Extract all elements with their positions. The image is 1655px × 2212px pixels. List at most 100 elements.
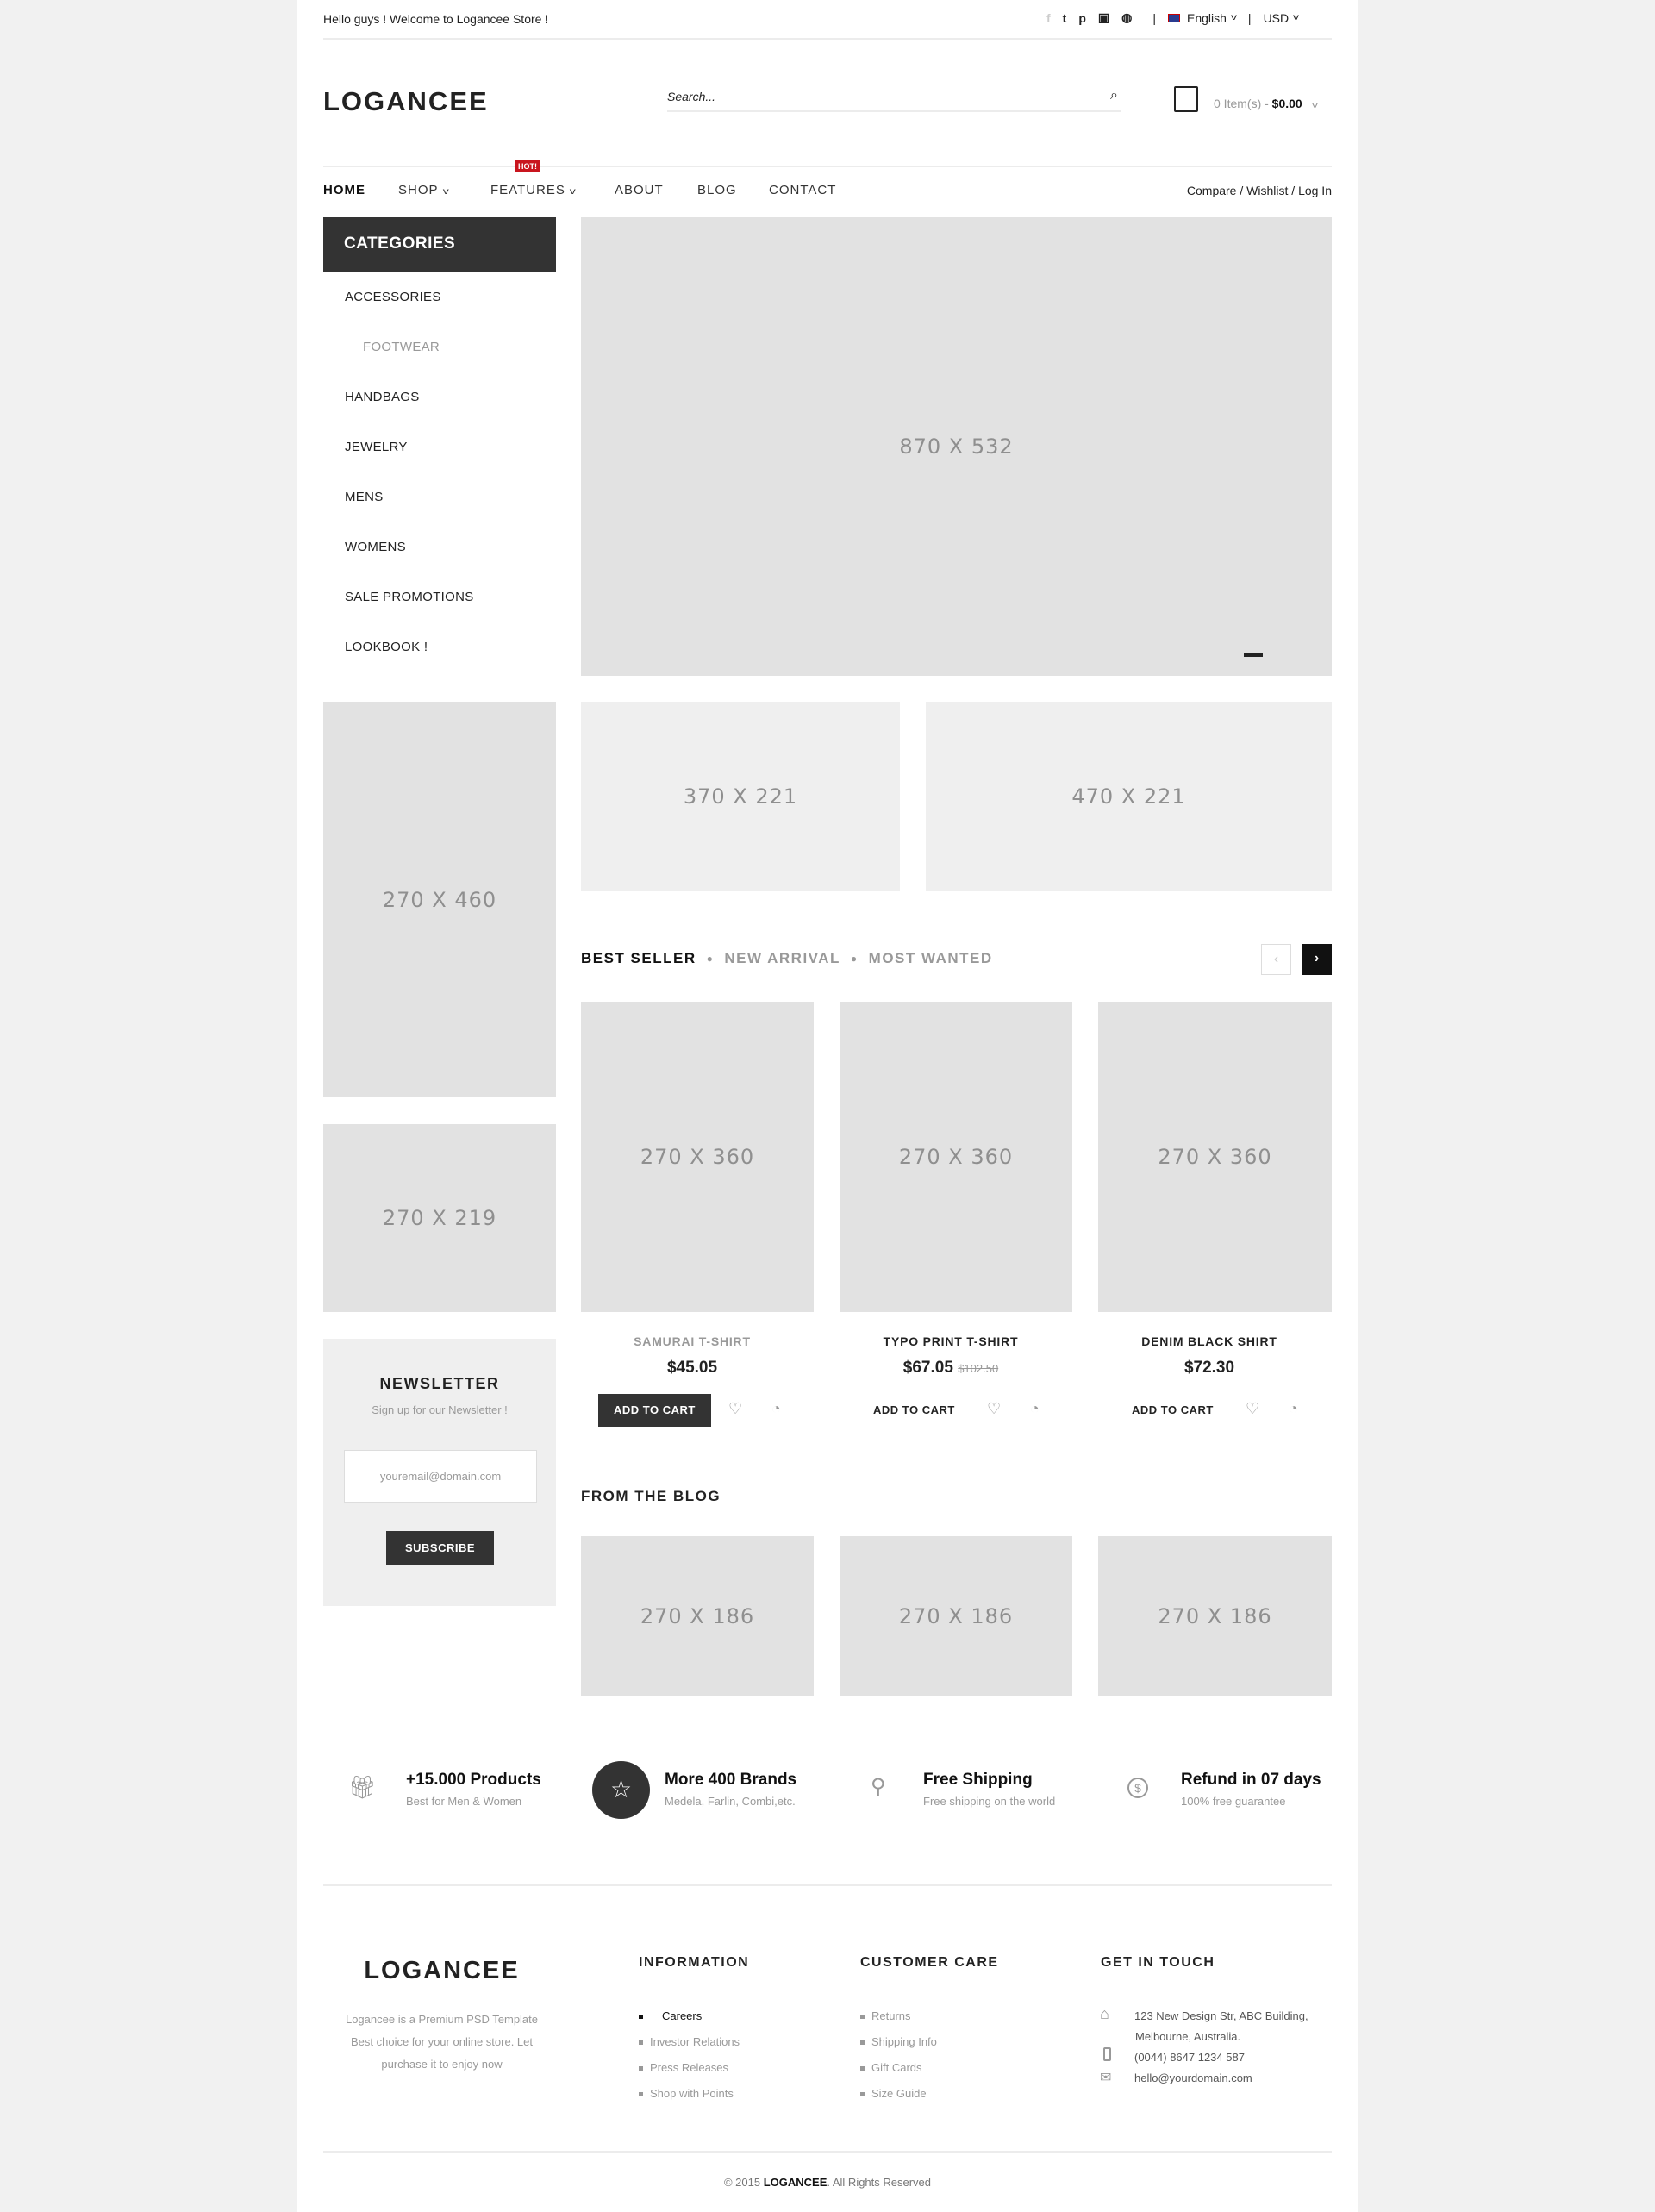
category-item[interactable]: JEWELRY	[323, 422, 556, 472]
side-banner[interactable]: 270 X 219	[323, 1124, 556, 1312]
tab-best-seller[interactable]: BEST SELLER	[581, 950, 696, 967]
product-name[interactable]: DENIM BLACK SHIRT	[1093, 1334, 1326, 1348]
shopping-bag-icon[interactable]	[1174, 86, 1198, 112]
subscribe-button[interactable]: SUBSCRIBE	[386, 1531, 494, 1565]
search-input[interactable]: Search... ⌕	[667, 88, 1121, 112]
category-item[interactable]: LOOKBOOK !	[323, 622, 556, 672]
heart-icon[interactable]: ♡	[728, 1400, 742, 1418]
blog-image[interactable]: 270 X 186	[840, 1536, 1072, 1696]
chevron-down-icon: v	[569, 187, 578, 197]
heart-icon[interactable]: ♡	[1246, 1400, 1259, 1418]
logo[interactable]: LOGANCEE	[323, 86, 489, 117]
footer-link[interactable]: Careers	[639, 2009, 702, 2022]
newsletter-subtitle: Sign up for our Newsletter !	[372, 1403, 508, 1416]
add-to-cart-button[interactable]: ADD TO CART	[598, 1394, 711, 1427]
email-input[interactable]: youremail@domain.com	[344, 1450, 537, 1503]
compare-icon[interactable]: ◔	[1289, 1400, 1298, 1418]
language-select[interactable]: English	[1187, 11, 1227, 25]
feature-subtitle: 100% free guarantee	[1181, 1795, 1286, 1808]
category-item[interactable]: FOOTWEAR	[323, 322, 556, 372]
nav-features[interactable]: FEATURES v	[490, 183, 576, 197]
categories-title: CATEGORIES	[323, 217, 556, 272]
product-image[interactable]: 270 X 360	[581, 1002, 814, 1312]
tab-new-arrival[interactable]: NEW ARRIVAL	[724, 950, 840, 967]
next-arrow-button[interactable]: ›	[1302, 944, 1332, 975]
footer-link[interactable]: Size Guide	[860, 2087, 927, 2100]
search-placeholder: Search...	[667, 90, 716, 103]
footer-logo[interactable]: LOGANCEE	[323, 1957, 560, 1985]
pinterest-icon[interactable]: p	[1078, 11, 1086, 25]
old-price: $102.50	[958, 1362, 999, 1375]
contact-title: GET IN TOUCH	[1101, 1955, 1215, 1970]
feature-item: More 400 Brands Medela, Farlin, Combi,etc…	[665, 1771, 796, 1808]
banner-wide[interactable]: 470 X 221	[926, 702, 1332, 891]
heart-icon[interactable]: ♡	[987, 1400, 1001, 1418]
hero-slider[interactable]: 870 X 532	[581, 217, 1332, 676]
footer-link[interactable]: Shop with Points	[639, 2087, 734, 2100]
phone-number: (0044) 8647 1234 587	[1134, 2051, 1245, 2064]
about-line: purchase it to enjoy now	[381, 2058, 503, 2071]
add-to-cart-button[interactable]: ADD TO CART	[858, 1394, 971, 1427]
side-banner[interactable]: 270 X 460	[323, 702, 556, 1097]
nav-shop[interactable]: SHOP v	[398, 183, 449, 197]
product-image[interactable]: 270 X 360	[1098, 1002, 1332, 1312]
separator: /	[1240, 184, 1244, 197]
footer-link[interactable]: Press Releases	[639, 2061, 728, 2074]
feature-subtitle: Medela, Farlin, Combi,etc.	[665, 1795, 796, 1808]
prev-arrow-button[interactable]: ‹	[1261, 944, 1291, 975]
category-item[interactable]: SALE PROMOTIONS	[323, 572, 556, 622]
cart-summary[interactable]: 0 Item(s) - $0.00 v	[1214, 97, 1318, 110]
product-name[interactable]: TYPO PRINT T-SHIRT	[834, 1334, 1067, 1348]
footer-link[interactable]: Investor Relations	[639, 2035, 740, 2048]
nav-blog[interactable]: BLOG	[697, 183, 737, 197]
chevron-down-icon: v	[1311, 101, 1318, 110]
add-to-cart-button[interactable]: ADD TO CART	[1116, 1394, 1229, 1427]
category-item[interactable]: ACCESSORIES	[323, 272, 556, 322]
banner-small[interactable]: 370 X 221	[581, 702, 900, 891]
currency-select[interactable]: USD	[1264, 11, 1290, 25]
facebook-icon[interactable]: f	[1046, 11, 1051, 25]
product-price: $45.05	[666, 1359, 718, 1377]
product-tabs: BEST SELLER ● NEW ARRIVAL ● MOST WANTED	[581, 950, 993, 967]
email-link[interactable]: hello@yourdomain.com	[1134, 2071, 1252, 2084]
dribbble-icon[interactable]: ◍	[1121, 10, 1132, 25]
blog-image[interactable]: 270 X 186	[581, 1536, 814, 1696]
product-price-group: $67.05 $102.50	[834, 1359, 1067, 1378]
hot-badge: HOT!	[515, 160, 540, 172]
feature-title: +15.000 Products	[406, 1771, 541, 1789]
tab-most-wanted[interactable]: MOST WANTED	[869, 950, 993, 967]
product-image[interactable]: 270 X 360	[840, 1002, 1072, 1312]
footer-link[interactable]: Gift Cards	[860, 2061, 922, 2074]
feature-item: Free Shipping Free shipping on the world	[923, 1771, 1055, 1808]
footer-link[interactable]: Shipping Info	[860, 2035, 937, 2048]
blog-image[interactable]: 270 X 186	[1098, 1536, 1332, 1696]
divider: |	[1247, 10, 1252, 25]
category-item[interactable]: MENS	[323, 472, 556, 522]
nav-about[interactable]: ABOUT	[615, 183, 664, 197]
compare-icon[interactable]: ◔	[771, 1400, 781, 1418]
category-item[interactable]: HANDBAGS	[323, 372, 556, 422]
about-line: Logancee is a Premium PSD Template	[345, 2013, 539, 2026]
dollar-icon: $	[1127, 1778, 1148, 1798]
cart-total: $0.00	[1271, 97, 1302, 110]
cart-items: 0 Item(s) -	[1214, 97, 1272, 110]
feature-title: More 400 Brands	[665, 1771, 797, 1789]
divider	[323, 1884, 1332, 1886]
product-name[interactable]: SAMURAI T-SHIRT	[576, 1334, 809, 1348]
divider	[323, 38, 1332, 40]
compare-icon[interactable]: ◔	[1030, 1400, 1040, 1418]
slider-indicator[interactable]	[1244, 653, 1263, 657]
compare-link[interactable]: Compare	[1187, 184, 1237, 197]
hero-image-label: 870 X 532	[899, 434, 1014, 459]
search-icon[interactable]: ⌕	[1110, 88, 1118, 103]
chevron-down-icon: v	[442, 187, 450, 197]
nav-contact[interactable]: CONTACT	[769, 183, 836, 197]
wishlist-link[interactable]: Wishlist	[1246, 184, 1288, 197]
footer-link[interactable]: Returns	[860, 2009, 911, 2022]
nav-home[interactable]: HOME	[323, 183, 365, 197]
twitter-icon[interactable]: t	[1063, 11, 1067, 25]
map-pin-icon: ⚲	[871, 1775, 886, 1798]
category-item[interactable]: WOMENS	[323, 522, 556, 572]
instagram-icon[interactable]: ▣	[1098, 10, 1109, 25]
login-link[interactable]: Log In	[1298, 184, 1332, 197]
